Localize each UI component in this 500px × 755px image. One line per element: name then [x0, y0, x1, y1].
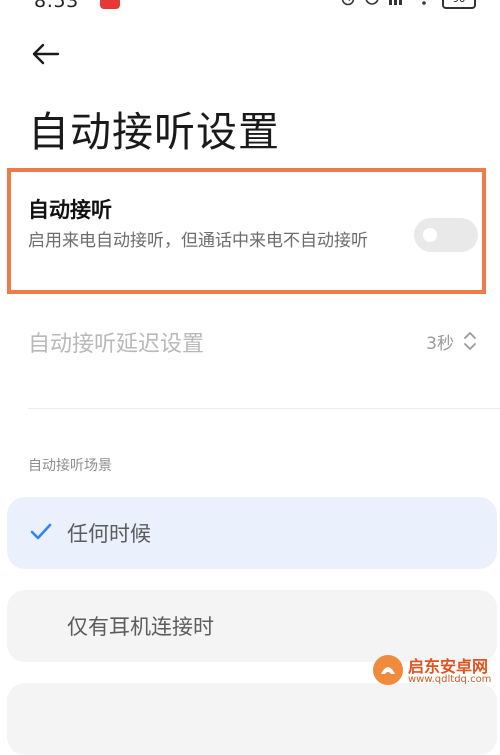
alarm-icon — [340, 0, 356, 10]
auto-answer-title: 自动接听 — [28, 198, 112, 222]
delay-setting-label: 自动接听延迟设置 — [28, 332, 205, 357]
status-icons: 90 — [340, 0, 476, 10]
scene-option-partial[interactable] — [7, 683, 497, 755]
watermark-logo-icon — [373, 655, 403, 685]
wifi-icon — [414, 0, 434, 10]
divider — [28, 408, 500, 409]
auto-answer-toggle[interactable] — [414, 218, 478, 252]
toggle-knob — [423, 228, 437, 242]
delay-setting-value: 3秒 — [426, 334, 454, 354]
check-icon — [30, 523, 52, 540]
status-bar: 8:53 90 — [0, 0, 500, 14]
site-watermark: 启东安卓网 www.qdltdq.com — [372, 652, 498, 690]
arrow-left-icon — [32, 43, 60, 65]
notification-app-icon — [100, 0, 120, 9]
back-button[interactable] — [26, 38, 64, 70]
location-icon — [364, 0, 380, 10]
battery-indicator: 90 — [442, 0, 476, 9]
chevron-up-down-icon — [464, 332, 476, 350]
page-title: 自动接听设置 — [28, 108, 280, 156]
watermark-url: www.qdltdq.com — [408, 674, 492, 685]
status-time: 8:53 — [34, 0, 79, 12]
auto-answer-description: 启用来电自动接听，但通话中来电不自动接听 — [28, 231, 368, 251]
scene-option-anytime[interactable]: 任何时候 — [7, 497, 497, 569]
scene-option-label: 仅有耳机连接时 — [67, 615, 214, 639]
scene-section-label: 自动接听场景 — [28, 458, 112, 474]
signal-icon — [388, 0, 406, 10]
scene-option-label: 任何时候 — [67, 522, 151, 546]
delay-setting-row[interactable]: 自动接听延迟设置 3秒 — [0, 312, 500, 372]
